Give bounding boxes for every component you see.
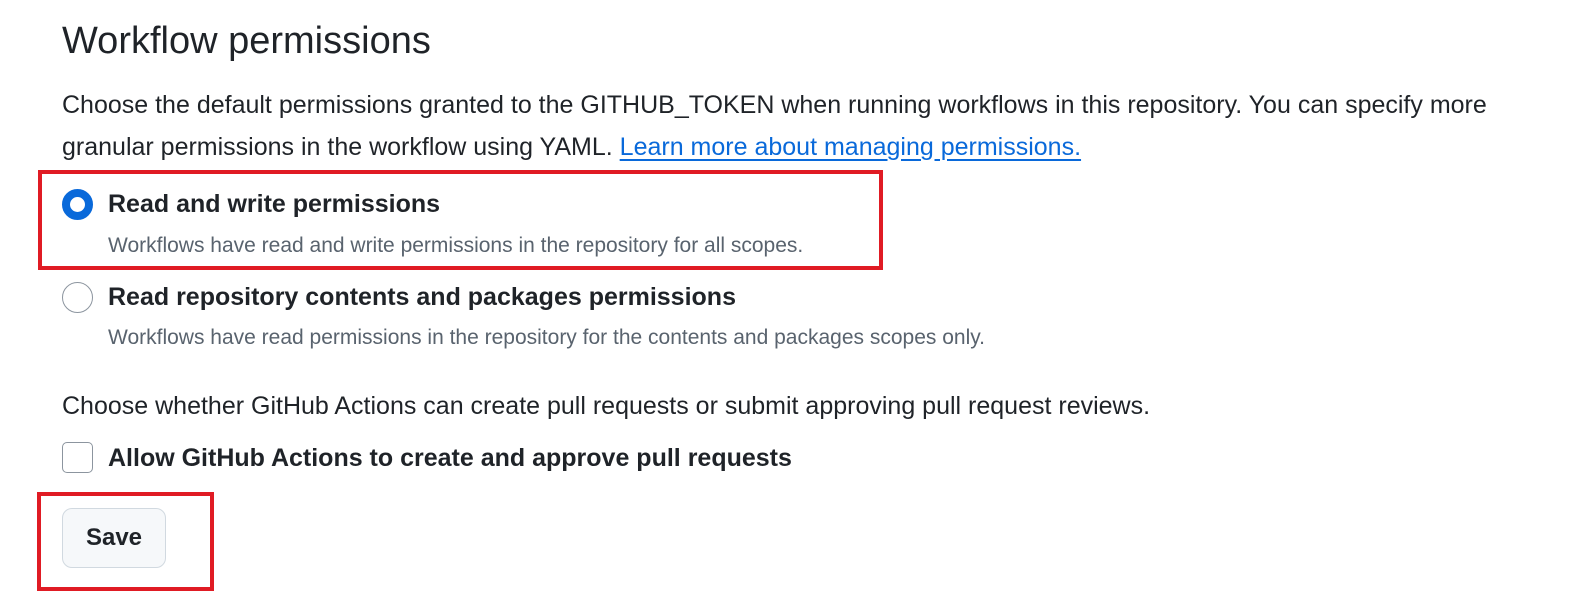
option-read-contents-note: Workflows have read permissions in the r… (108, 326, 986, 349)
radio-read-contents[interactable] (62, 282, 93, 313)
option-read-contents-label[interactable]: Read repository contents and packages pe… (108, 280, 736, 314)
learn-more-link[interactable]: Learn more about managing permissions. (620, 133, 1081, 161)
page-title: Workflow permissions (62, 20, 431, 62)
save-button[interactable]: Save (62, 508, 166, 568)
allow-pull-requests-label[interactable]: Allow GitHub Actions to create and appro… (108, 441, 792, 475)
section-description: Choose the default permissions granted t… (62, 84, 1542, 168)
option-read-write-label[interactable]: Read and write permissions (108, 187, 440, 221)
radio-read-write[interactable] (62, 189, 93, 220)
allow-pull-requests-checkbox[interactable] (62, 442, 93, 473)
option-read-write-note: Workflows have read and write permission… (108, 234, 804, 257)
pull-requests-description: Choose whether GitHub Actions can create… (62, 392, 1151, 420)
